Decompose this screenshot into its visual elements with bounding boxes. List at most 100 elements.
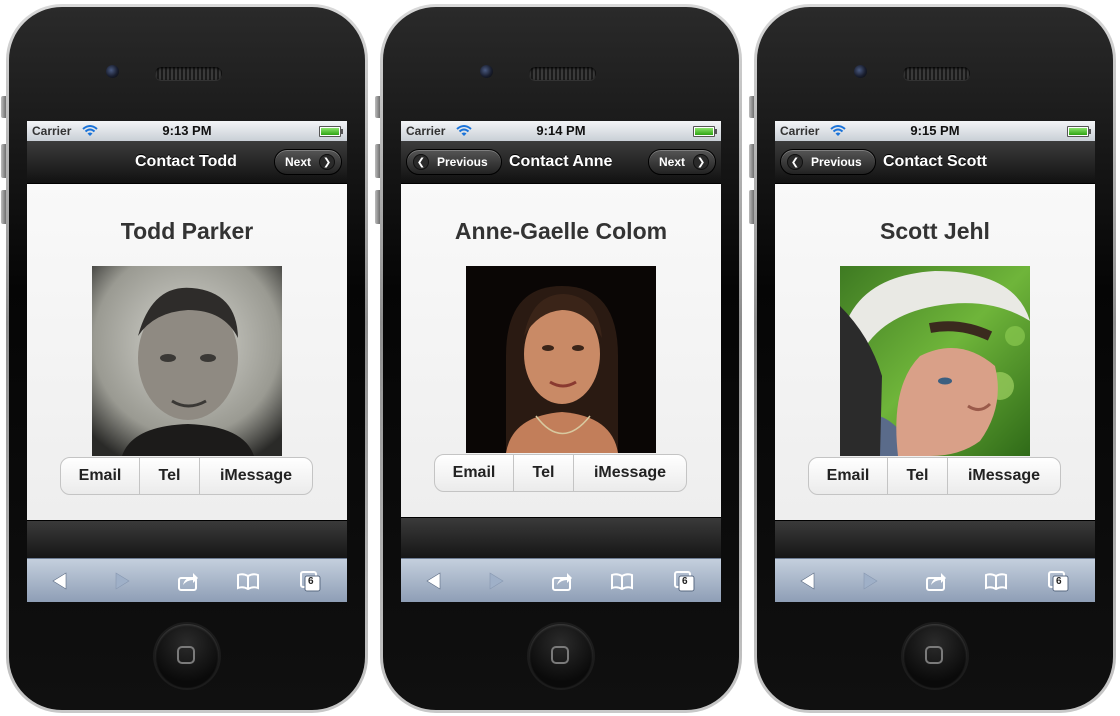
share-icon[interactable] <box>925 570 947 592</box>
share-icon[interactable] <box>177 570 199 592</box>
tel-button[interactable]: Tel <box>140 458 200 494</box>
bookmarks-book-icon[interactable] <box>611 570 633 592</box>
next-button[interactable]: Next ❯ <box>648 149 716 175</box>
email-button[interactable]: Email <box>61 458 140 494</box>
safari-toolbar: 6 <box>27 558 347 602</box>
tel-button[interactable]: Tel <box>514 455 574 491</box>
contact-actions-group: Email Tel iMessage <box>808 457 1061 495</box>
page-header: ❮ Previous Contact Scott <box>775 141 1095 184</box>
portrait-photo <box>466 266 656 453</box>
volume-down-button <box>375 190 380 224</box>
contact-actions-group: Email Tel iMessage <box>434 454 687 492</box>
home-square-icon <box>177 646 195 664</box>
phone-body: Carrier 9:15 PM ❮ Previous Contact Scott <box>757 7 1113 710</box>
battery-full-icon <box>693 126 717 137</box>
iphone-frame-3: Carrier 9:15 PM ❮ Previous Contact Scott <box>749 4 1116 713</box>
imessage-button[interactable]: iMessage <box>948 458 1060 494</box>
earpiece-speaker <box>529 67 596 80</box>
volume-up-button <box>375 144 380 178</box>
iphone-frame-1: Carrier 9:13 PM Contact Todd Next ❯ Todd… <box>1 4 368 713</box>
forward-arrow-icon[interactable] <box>111 570 133 592</box>
back-arrow-icon[interactable] <box>797 570 819 592</box>
contact-photo <box>840 266 1030 456</box>
earpiece-speaker <box>155 67 222 80</box>
contact-name: Todd Parker <box>120 218 254 244</box>
home-button[interactable] <box>155 624 219 688</box>
portrait-photo <box>840 266 1030 456</box>
next-button[interactable]: Next ❯ <box>274 149 342 175</box>
imessage-button[interactable]: iMessage <box>200 458 312 494</box>
chevron-right-icon: ❯ <box>319 154 336 170</box>
phone-body: Carrier 9:13 PM Contact Todd Next ❯ Todd… <box>9 7 365 710</box>
home-square-icon <box>925 646 943 664</box>
home-square-icon <box>551 646 569 664</box>
previous-button-label: Previous <box>811 155 862 169</box>
tab-count-badge: 6 <box>308 576 314 587</box>
volume-up-button <box>749 144 754 178</box>
contact-content: Scott Jehl Email Tel iMessage <box>775 184 1095 520</box>
volume-up-button <box>1 144 6 178</box>
front-camera-icon <box>480 65 493 78</box>
mute-switch <box>1 96 6 118</box>
page-header: ❮ Previous Contact Anne Next ❯ <box>401 141 721 184</box>
front-camera-icon <box>854 65 867 78</box>
contact-photo <box>92 266 282 456</box>
screen: Carrier 9:15 PM ❮ Previous Contact Scott <box>775 121 1095 602</box>
next-button-label: Next <box>285 155 312 169</box>
forward-arrow-icon[interactable] <box>485 570 507 592</box>
status-bar: Carrier 9:13 PM <box>27 121 347 141</box>
page-title: Contact Scott <box>883 153 987 170</box>
share-icon[interactable] <box>551 570 573 592</box>
forward-arrow-icon[interactable] <box>859 570 881 592</box>
safari-toolbar: 6 <box>775 558 1095 602</box>
contact-photo <box>466 266 656 453</box>
contact-name: Anne-Gaelle Colom <box>454 218 668 244</box>
back-arrow-icon[interactable] <box>49 570 71 592</box>
chevron-right-icon: ❯ <box>693 154 710 170</box>
phone-body: Carrier 9:14 PM ❮ Previous Contact Anne <box>383 7 739 710</box>
contact-name: Scott Jehl <box>880 218 990 244</box>
status-time: 9:14 PM <box>536 123 586 138</box>
email-button[interactable]: Email <box>809 458 888 494</box>
status-time: 9:13 PM <box>162 123 212 138</box>
screen: Carrier 9:13 PM Contact Todd Next ❯ Todd… <box>27 121 347 602</box>
home-button[interactable] <box>529 624 593 688</box>
tab-count-badge: 6 <box>682 576 688 587</box>
volume-down-button <box>1 190 6 224</box>
chevron-left-icon: ❮ <box>787 154 803 170</box>
battery-full-icon <box>319 126 343 137</box>
portrait-photo <box>92 266 282 456</box>
contact-content: Anne-Gaelle Colom Email Tel iMessage <box>401 184 721 520</box>
next-button-label: Next <box>659 155 686 169</box>
page-footer <box>27 520 347 559</box>
previous-button-label: Previous <box>437 155 488 169</box>
chevron-left-icon: ❮ <box>413 154 429 170</box>
imessage-button[interactable]: iMessage <box>574 455 686 491</box>
page-footer <box>775 520 1095 559</box>
bookmarks-book-icon[interactable] <box>985 570 1007 592</box>
mute-switch <box>749 96 754 118</box>
mute-switch <box>375 96 380 118</box>
previous-button[interactable]: ❮ Previous <box>780 149 876 175</box>
earpiece-speaker <box>903 67 970 80</box>
page-title: Contact Todd <box>135 153 237 170</box>
front-camera-icon <box>106 65 119 78</box>
status-bar: Carrier 9:14 PM <box>401 121 721 141</box>
three-phone-mockups: Carrier 9:13 PM Contact Todd Next ❯ Todd… <box>0 0 1120 716</box>
status-time: 9:15 PM <box>910 123 960 138</box>
iphone-frame-2: Carrier 9:14 PM ❮ Previous Contact Anne <box>375 4 742 713</box>
back-arrow-icon[interactable] <box>423 570 445 592</box>
contact-actions-group: Email Tel iMessage <box>60 457 313 495</box>
email-button[interactable]: Email <box>435 455 514 491</box>
tel-button[interactable]: Tel <box>888 458 948 494</box>
screen: Carrier 9:14 PM ❮ Previous Contact Anne <box>401 121 721 602</box>
contact-content: Todd Parker Email Tel iMessage <box>27 184 347 520</box>
home-button[interactable] <box>903 624 967 688</box>
tab-count-badge: 6 <box>1056 576 1062 587</box>
page-footer <box>401 517 721 559</box>
battery-full-icon <box>1067 126 1091 137</box>
bookmarks-book-icon[interactable] <box>237 570 259 592</box>
volume-down-button <box>749 190 754 224</box>
previous-button[interactable]: ❮ Previous <box>406 149 502 175</box>
safari-toolbar: 6 <box>401 558 721 602</box>
